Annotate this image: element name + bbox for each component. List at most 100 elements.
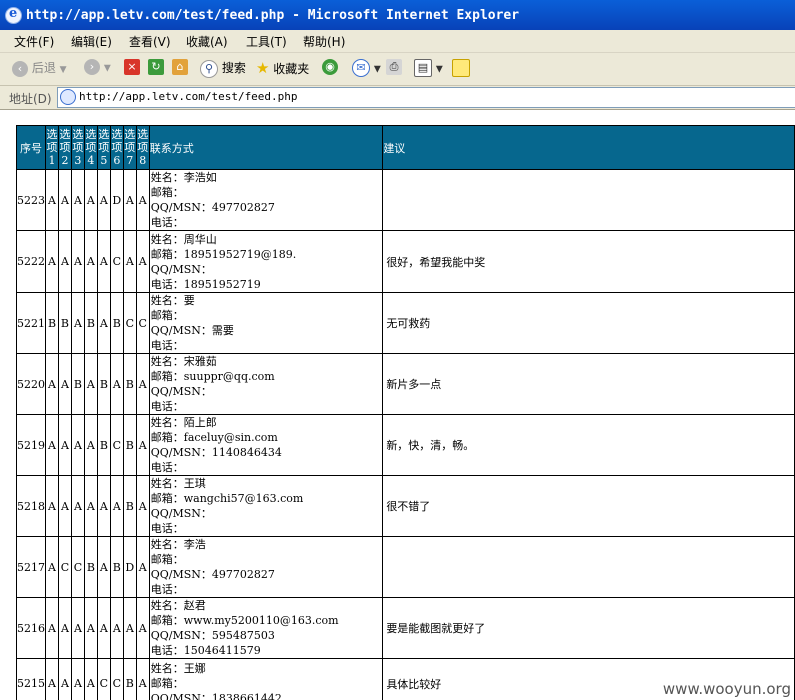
- page-content: 序号 选项1 选项2 选项3 选项4 选项5 选项6 选项7 选项8 联系方式 …: [0, 110, 795, 700]
- header-option-1: 选项1: [45, 125, 59, 170]
- address-label: 地址(D): [9, 92, 52, 106]
- suggestion-cell: [382, 169, 795, 231]
- search-button[interactable]: ⚲ 搜索: [200, 59, 246, 79]
- row-id: 5221: [16, 292, 46, 354]
- header-option-5: 选项5: [96, 125, 111, 170]
- option-6-cell: C: [109, 230, 124, 293]
- option-2-cell: A: [57, 597, 72, 659]
- suggestion-cell: 要是能截图就更好了: [382, 597, 795, 659]
- refresh-icon: ↻: [148, 59, 164, 75]
- menu-favorites[interactable]: 收藏(A): [186, 33, 228, 50]
- option-8-cell: A: [135, 353, 150, 415]
- forward-button[interactable]: › ▼: [84, 59, 111, 79]
- menu-file[interactable]: 文件(F): [14, 33, 54, 50]
- contact-line: 姓名：要: [150, 294, 195, 307]
- row-id: 5219: [16, 414, 46, 476]
- row-id: 5223: [16, 169, 46, 231]
- option-6-cell: D: [109, 169, 124, 231]
- contact-line: 电话：: [150, 522, 184, 535]
- option-1-cell: A: [45, 536, 59, 598]
- refresh-button[interactable]: ↻: [148, 59, 164, 79]
- menu-bar: 文件(F) 编辑(E) 查看(V) 收藏(A) 工具(T) 帮助(H): [0, 30, 795, 53]
- menu-tools[interactable]: 工具(T): [246, 33, 287, 50]
- edit-dropdown-icon[interactable]: ▼: [436, 65, 443, 75]
- option-6-cell: C: [109, 658, 124, 700]
- option-4-cell: A: [83, 475, 98, 537]
- mail-dropdown-icon[interactable]: ▼: [374, 65, 381, 75]
- menu-view[interactable]: 查看(V): [129, 33, 171, 50]
- home-icon: ⌂: [172, 59, 188, 75]
- back-button[interactable]: ‹ 后退 ▼: [12, 59, 67, 79]
- note-icon: [452, 59, 470, 77]
- option-5-cell: A: [96, 536, 111, 598]
- favorites-button[interactable]: ★ 收藏夹: [256, 59, 309, 79]
- option-6-cell: C: [109, 414, 124, 476]
- print-icon: ⎙: [386, 59, 402, 75]
- option-3-cell: B: [70, 353, 85, 415]
- stop-button[interactable]: ×: [124, 59, 140, 79]
- contact-line: 电话：: [150, 216, 184, 229]
- option-1-cell: B: [45, 292, 59, 354]
- header-option-3: 选项3: [70, 125, 85, 170]
- table-row: 5223 A A A A A D A A 姓名：李浩如 邮箱： QQ/MSN：497702827 电话：: [16, 169, 795, 231]
- contact-line: 电话：: [150, 400, 184, 413]
- contact-line: QQ/MSN：: [150, 507, 212, 520]
- address-input[interactable]: http://app.letv.com/test/feed.php: [57, 87, 795, 108]
- watermark: www.wooyun.org: [662, 680, 791, 698]
- search-icon: ⚲: [200, 59, 218, 78]
- feedback-table: 序号 选项1 选项2 选项3 选项4 选项5 选项6 选项7 选项8 联系方式 …: [16, 125, 795, 700]
- star-icon: ★: [256, 59, 270, 77]
- menu-help[interactable]: 帮助(H): [303, 33, 345, 50]
- option-8-cell: A: [135, 597, 150, 659]
- option-2-cell: A: [57, 414, 72, 476]
- address-url[interactable]: http://app.letv.com/test/feed.php: [79, 90, 298, 103]
- row-id: 5222: [16, 230, 46, 293]
- title-bar: http://app.letv.com/test/feed.php - Micr…: [0, 0, 795, 30]
- option-6-cell: B: [109, 292, 124, 354]
- address-bar: 地址(D) http://app.letv.com/test/feed.php: [0, 86, 795, 110]
- option-3-cell: A: [70, 230, 85, 293]
- option-8-cell: A: [135, 475, 150, 537]
- contact-line: QQ/MSN：497702827: [150, 568, 275, 581]
- contact-line: 姓名：陌上郎: [150, 416, 217, 429]
- option-1-cell: A: [45, 414, 59, 476]
- row-id: 5217: [16, 536, 46, 598]
- print-button[interactable]: ⎙: [386, 59, 402, 79]
- header-option-2: 选项2: [57, 125, 72, 170]
- forward-dropdown-icon[interactable]: ▼: [104, 64, 111, 74]
- contact-line: 姓名：王琪: [150, 477, 206, 490]
- option-5-cell: C: [96, 658, 111, 700]
- contact-cell: 姓名：王琪 邮箱：wangchi57@163.com QQ/MSN： 电话：: [148, 475, 384, 537]
- mail-button[interactable]: ✉ ▼: [352, 59, 381, 79]
- discuss-button[interactable]: [452, 59, 470, 79]
- option-3-cell: A: [70, 597, 85, 659]
- option-1-cell: A: [45, 658, 59, 700]
- contact-line: 邮箱：suuppr@qq.com: [150, 370, 275, 383]
- back-dropdown-icon[interactable]: ▼: [60, 65, 67, 75]
- media-button[interactable]: ◉: [322, 59, 338, 79]
- menu-edit[interactable]: 编辑(E): [71, 33, 112, 50]
- contact-line: 姓名：李浩: [150, 538, 206, 551]
- home-button[interactable]: ⌂: [172, 59, 188, 79]
- suggestion-cell: 新，快，清，畅。: [382, 414, 795, 476]
- contact-line: QQ/MSN：需要: [150, 324, 234, 337]
- mail-icon: ✉: [352, 59, 370, 77]
- option-4-cell: A: [83, 597, 98, 659]
- contact-line: 姓名：周华山: [150, 232, 217, 246]
- option-5-cell: A: [96, 292, 111, 354]
- option-2-cell: B: [57, 292, 72, 354]
- option-8-cell: A: [135, 414, 150, 476]
- contact-line: 邮箱：www.my5200110@163.com: [150, 614, 339, 627]
- option-4-cell: A: [83, 658, 98, 700]
- contact-cell: 姓名：王娜 邮箱： QQ/MSN：1838661442: [148, 658, 384, 700]
- option-8-cell: A: [135, 230, 150, 293]
- option-1-cell: A: [45, 475, 59, 537]
- contact-line: 姓名：宋雅茹: [150, 355, 217, 368]
- edit-button[interactable]: ▤ ▼: [414, 59, 443, 79]
- option-4-cell: B: [83, 536, 98, 598]
- contact-line: 姓名：赵君: [150, 599, 206, 612]
- contact-cell: 姓名：周华山 邮箱：18951952719@189. QQ/MSN： 电话：18951…: [148, 230, 384, 293]
- media-icon: ◉: [322, 59, 338, 75]
- contact-line: 姓名：王娜: [150, 662, 206, 675]
- header-option-7: 选项7: [122, 125, 137, 170]
